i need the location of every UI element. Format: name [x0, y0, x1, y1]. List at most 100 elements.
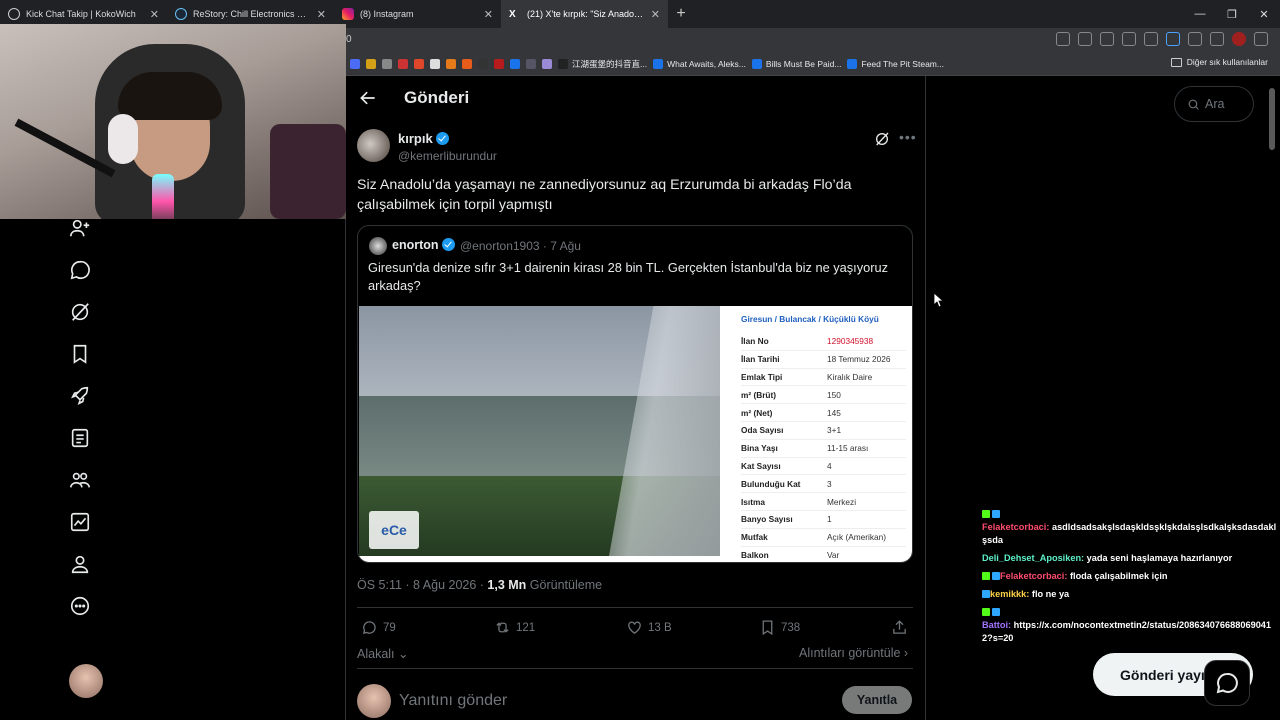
reply-action[interactable]: 79: [361, 619, 396, 636]
extension-icon[interactable]: [1166, 32, 1180, 46]
author-name[interactable]: kırpık: [398, 131, 449, 146]
webcam-overlay: [0, 24, 346, 219]
listing-row: Mutfak Açık (Amerikan): [741, 529, 906, 547]
zoom-icon[interactable]: [1078, 32, 1092, 46]
verified-badge-icon: [441, 238, 455, 251]
collections-icon[interactable]: [1188, 32, 1202, 46]
bookmark-douyin[interactable]: 江湖蛋堡的抖音直...: [558, 56, 647, 72]
page-title: Gönderi: [404, 88, 470, 107]
close-tab-icon[interactable]: ✕: [317, 8, 326, 21]
reply-input[interactable]: Yanıtını gönder: [399, 692, 507, 710]
repost-action[interactable]: 121: [494, 619, 535, 636]
favorite-star-icon[interactable]: [1144, 32, 1158, 46]
author-avatar[interactable]: [357, 129, 390, 162]
grok-icon[interactable]: [68, 300, 92, 324]
bookmark-icon[interactable]: [478, 56, 488, 72]
messages-button[interactable]: [1204, 660, 1250, 706]
bookmark-action[interactable]: 738: [759, 619, 800, 636]
bookmark-icon[interactable]: [510, 56, 520, 72]
steam-icon: [751, 58, 762, 69]
communities-icon[interactable]: [68, 468, 92, 492]
new-tab-button[interactable]: +: [668, 0, 694, 28]
sort-relevance-dropdown[interactable]: Alakalı ⌄: [357, 646, 408, 661]
scrollbar-thumb[interactable]: [1269, 88, 1275, 150]
browser-tab-instagram[interactable]: (8) Instagram ✕: [334, 0, 501, 28]
chat-bubble-icon[interactable]: [68, 258, 92, 282]
browser-tab-x-post[interactable]: X (21) X'te kırpık: "Siz Anadolu'da ya ✕: [501, 0, 668, 28]
chat-message: Battoi: https://x.com/nocontextmetin2/st…: [982, 606, 1280, 645]
bookmarks-icon[interactable]: [68, 342, 92, 366]
tab-title: (21) X'te kırpık: "Siz Anadolu'da ya: [527, 9, 645, 19]
bookmark-icon[interactable]: [382, 56, 392, 72]
bookmark-icon[interactable]: [526, 56, 536, 72]
reader-icon[interactable]: [1100, 32, 1114, 46]
bookmark-icon[interactable]: [542, 56, 552, 72]
chat-badges-icon: [982, 590, 990, 598]
chat-text: floda çalışabilmek için: [1067, 571, 1168, 581]
url-field[interactable]: 0: [346, 34, 352, 45]
bookmark-icon[interactable]: [446, 56, 456, 72]
lists-icon[interactable]: [68, 426, 92, 450]
tweet-timestamp[interactable]: ÖS 5:11 · 8 Ağu 2026 ·: [357, 578, 487, 592]
other-bookmarks[interactable]: Diğer sık kullanılanlar: [1170, 57, 1268, 67]
background-pillow: [270, 124, 346, 219]
chat-username: Felaketcorbaci:: [982, 522, 1050, 532]
globe-icon: [8, 8, 20, 20]
grok-explain-icon[interactable]: [874, 131, 890, 147]
menu-dots-icon[interactable]: [1254, 32, 1268, 46]
share-action[interactable]: [891, 619, 908, 636]
bookmark-steam-3[interactable]: Feed The Pit Steam...: [847, 56, 944, 72]
folder-icon: [1170, 57, 1182, 67]
steam-icon: [175, 8, 187, 20]
bookmark-steam-2[interactable]: Bills Must Be Paid...: [751, 56, 841, 72]
listing-row: Emlak Tipi Kiralık Daire: [741, 369, 906, 387]
bookmark-steam-1[interactable]: What Awaits, Aleks...: [653, 56, 746, 72]
bookmark-icon[interactable]: [398, 56, 408, 72]
like-action[interactable]: 13 B: [626, 619, 672, 636]
chat-username: kemikkk:: [990, 589, 1030, 599]
listing-row: Banyo Sayısı 1: [741, 511, 906, 529]
view-quotes-link[interactable]: Alıntıları görüntüle ›: [799, 646, 908, 660]
extensions-puzzle-icon[interactable]: [1210, 32, 1224, 46]
listing-value: Açık (Amerikan): [827, 532, 887, 543]
more-options-icon[interactable]: [68, 594, 92, 618]
verified-badge-icon: [435, 132, 449, 145]
profile-icon[interactable]: [68, 552, 92, 576]
follow-user-icon[interactable]: [68, 216, 92, 240]
close-tab-icon[interactable]: ✕: [150, 8, 159, 21]
bookmark-icon[interactable]: [494, 56, 504, 72]
bookmark-icon[interactable]: [366, 56, 376, 72]
search-input[interactable]: Ara: [1174, 86, 1254, 122]
toolbar-icons: [1056, 32, 1268, 46]
repost-count: 121: [516, 621, 536, 634]
more-dots-icon[interactable]: •••: [899, 129, 917, 145]
back-arrow-icon[interactable]: [358, 88, 378, 108]
translate-icon[interactable]: [1122, 32, 1136, 46]
listing-value: 150: [827, 389, 841, 400]
message-bubble-icon: [1216, 672, 1238, 694]
close-tab-icon[interactable]: ✕: [484, 8, 493, 21]
quoted-tweet-card[interactable]: enorton @enorton1903 · 7 Ağu Giresun'da …: [357, 225, 913, 563]
analytics-icon[interactable]: [68, 510, 92, 534]
rocket-icon[interactable]: [68, 384, 92, 408]
account-avatar[interactable]: [69, 664, 103, 698]
quote-listing-image[interactable]: eCe Giresun / Bulancak / Küçüklü Köyü İl…: [359, 306, 912, 562]
reply-button[interactable]: Yanıtla: [842, 686, 912, 714]
listing-row: Bina Yaşı 11-15 arası: [741, 440, 906, 458]
close-tab-icon[interactable]: ✕: [651, 8, 660, 21]
chat-message: Felaketcorbaci: floda çalışabilmek için: [982, 570, 1280, 583]
bookmark-icon[interactable]: [414, 56, 424, 72]
share-icon: [893, 620, 906, 634]
tab-title: Kick Chat Takip | KokoWich: [26, 9, 136, 19]
author-handle[interactable]: @kemerliburundur: [398, 149, 497, 163]
bookmark-icon[interactable]: [430, 56, 440, 72]
profile-avatar[interactable]: [1232, 32, 1246, 46]
app-icon[interactable]: [1056, 32, 1070, 46]
quote-author-text: enorton: [392, 238, 439, 252]
bookmark-icon[interactable]: [350, 56, 360, 72]
minimize-icon[interactable]: —: [1184, 0, 1216, 28]
bookmark-icon[interactable]: [462, 56, 472, 72]
close-window-icon[interactable]: ✕: [1248, 0, 1280, 28]
listing-key: Emlak Tipi: [741, 371, 783, 382]
restore-icon[interactable]: ❐: [1216, 0, 1248, 28]
